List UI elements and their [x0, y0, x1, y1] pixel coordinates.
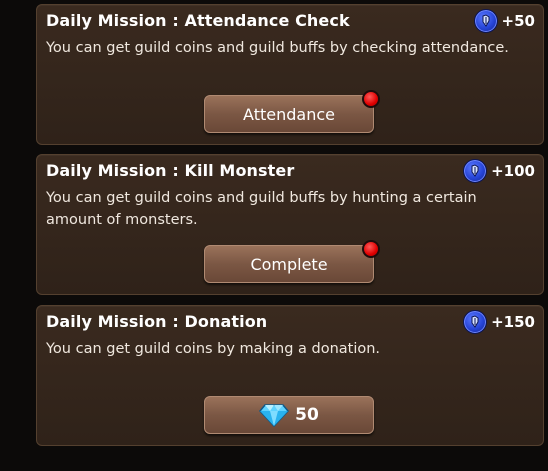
mission-title: Daily Mission : Kill Monster [46, 161, 295, 180]
reward-amount: +50 [501, 12, 535, 30]
donate-cost-amount: 50 [295, 405, 319, 425]
reward-amount: +150 [491, 313, 535, 331]
mission-description: You can get guild coins and guild buffs … [46, 190, 477, 228]
guild-coin-icon [463, 159, 488, 183]
complete-button-label: Complete [250, 254, 328, 274]
mission-reward: +100 [463, 159, 535, 183]
mission-description: You can get guild coins by making a dona… [46, 341, 381, 357]
mission-reward: +50 [473, 9, 535, 33]
notification-dot [362, 240, 380, 258]
mission-card-donation: Daily Mission : Donation +150 You can ge… [36, 305, 544, 446]
guild-coin-icon [463, 310, 488, 334]
notification-dot [362, 90, 380, 108]
mission-description: You can get guild coins and guild buffs … [46, 40, 509, 56]
guild-coin-icon [473, 9, 498, 33]
donate-cost: 50 [259, 403, 319, 427]
donate-button[interactable]: 50 [204, 396, 374, 434]
mission-title: Daily Mission : Donation [46, 312, 268, 331]
mission-card-attendance: Daily Mission : Attendance Check +50 You… [36, 4, 544, 145]
attendance-button-label: Attendance [243, 104, 335, 124]
mission-card-kill-monster: Daily Mission : Kill Monster +100 You ca… [36, 154, 544, 295]
reward-amount: +100 [491, 162, 535, 180]
attendance-button[interactable]: Attendance [204, 90, 380, 133]
mission-title: Daily Mission : Attendance Check [46, 11, 350, 30]
diamond-icon [259, 404, 290, 427]
mission-reward: +150 [463, 310, 535, 334]
complete-button[interactable]: Complete [204, 240, 380, 283]
